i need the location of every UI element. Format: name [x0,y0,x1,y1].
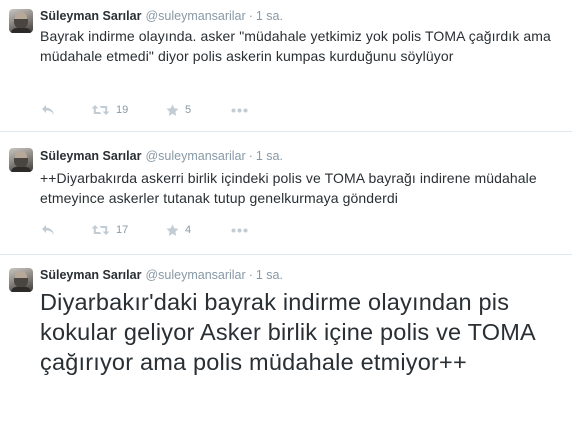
favorite-star-icon [166,104,179,116]
more-button[interactable] [231,101,248,119]
tweet-2[interactable]: Süleyman Sarılar @suleymansarilar · 1 sa. +… [0,132,572,255]
tweet-actions: 19 5 [40,101,340,119]
favorite-star-icon [166,224,179,236]
reply-icon [42,105,54,115]
separator-dot: · [248,149,253,163]
user-name[interactable]: Süleyman Sarılar [40,9,141,23]
tweet-header: Süleyman Sarılar @suleymansarilar · 1 sa. [40,267,283,283]
reply-icon [42,225,54,235]
user-name[interactable]: Süleyman Sarılar [40,149,141,163]
favorite-count: 4 [185,224,192,236]
timestamp[interactable]: 1 sa. [256,9,283,23]
more-dots-icon [231,108,248,112]
tweet-1[interactable]: Süleyman Sarılar @suleymansarilar · 1 sa. B… [0,0,572,132]
retweet-count: 19 [116,104,129,116]
avatar[interactable] [9,268,33,292]
retweet-icon [91,225,110,235]
user-handle[interactable]: @suleymansarilar [145,9,245,23]
user-name[interactable]: Süleyman Sarılar [40,268,141,282]
reply-button[interactable] [41,221,55,239]
timestamp[interactable]: 1 sa. [256,268,283,282]
retweet-count: 17 [116,224,129,236]
more-button[interactable] [231,221,248,239]
separator-dot: · [248,9,253,23]
more-dots-icon [231,228,248,232]
separator-dot: · [248,268,253,282]
tweet-actions: 17 4 [40,221,340,239]
avatar[interactable] [9,9,33,33]
user-handle[interactable]: @suleymansarilar [145,268,245,282]
user-handle[interactable]: @suleymansarilar [145,149,245,163]
timestamp[interactable]: 1 sa. [256,149,283,163]
reply-button[interactable] [41,101,55,119]
avatar[interactable] [9,148,33,172]
tweet-text-large: Diyarbakır'daki bayrak indirme olayından… [40,289,549,375]
favorite-count: 5 [185,104,192,116]
favorite-button[interactable]: 4 [166,221,191,239]
tweet-header: Süleyman Sarılar @suleymansarilar · 1 sa. [40,8,283,24]
tweet-header: Süleyman Sarılar @suleymansarilar · 1 sa. [40,148,283,164]
retweet-button[interactable]: 17 [91,221,128,239]
favorite-button[interactable]: 5 [166,101,191,119]
tweet-text: Bayrak indirme olayında. asker "müdahale… [40,28,551,64]
retweet-button[interactable]: 19 [91,101,128,119]
tweet-text: ++Diyarbakırda askerri birlik içindeki p… [40,170,537,206]
retweet-icon [91,105,110,115]
tweet-3[interactable]: Süleyman Sarılar @suleymansarilar · 1 sa. D… [0,255,572,421]
